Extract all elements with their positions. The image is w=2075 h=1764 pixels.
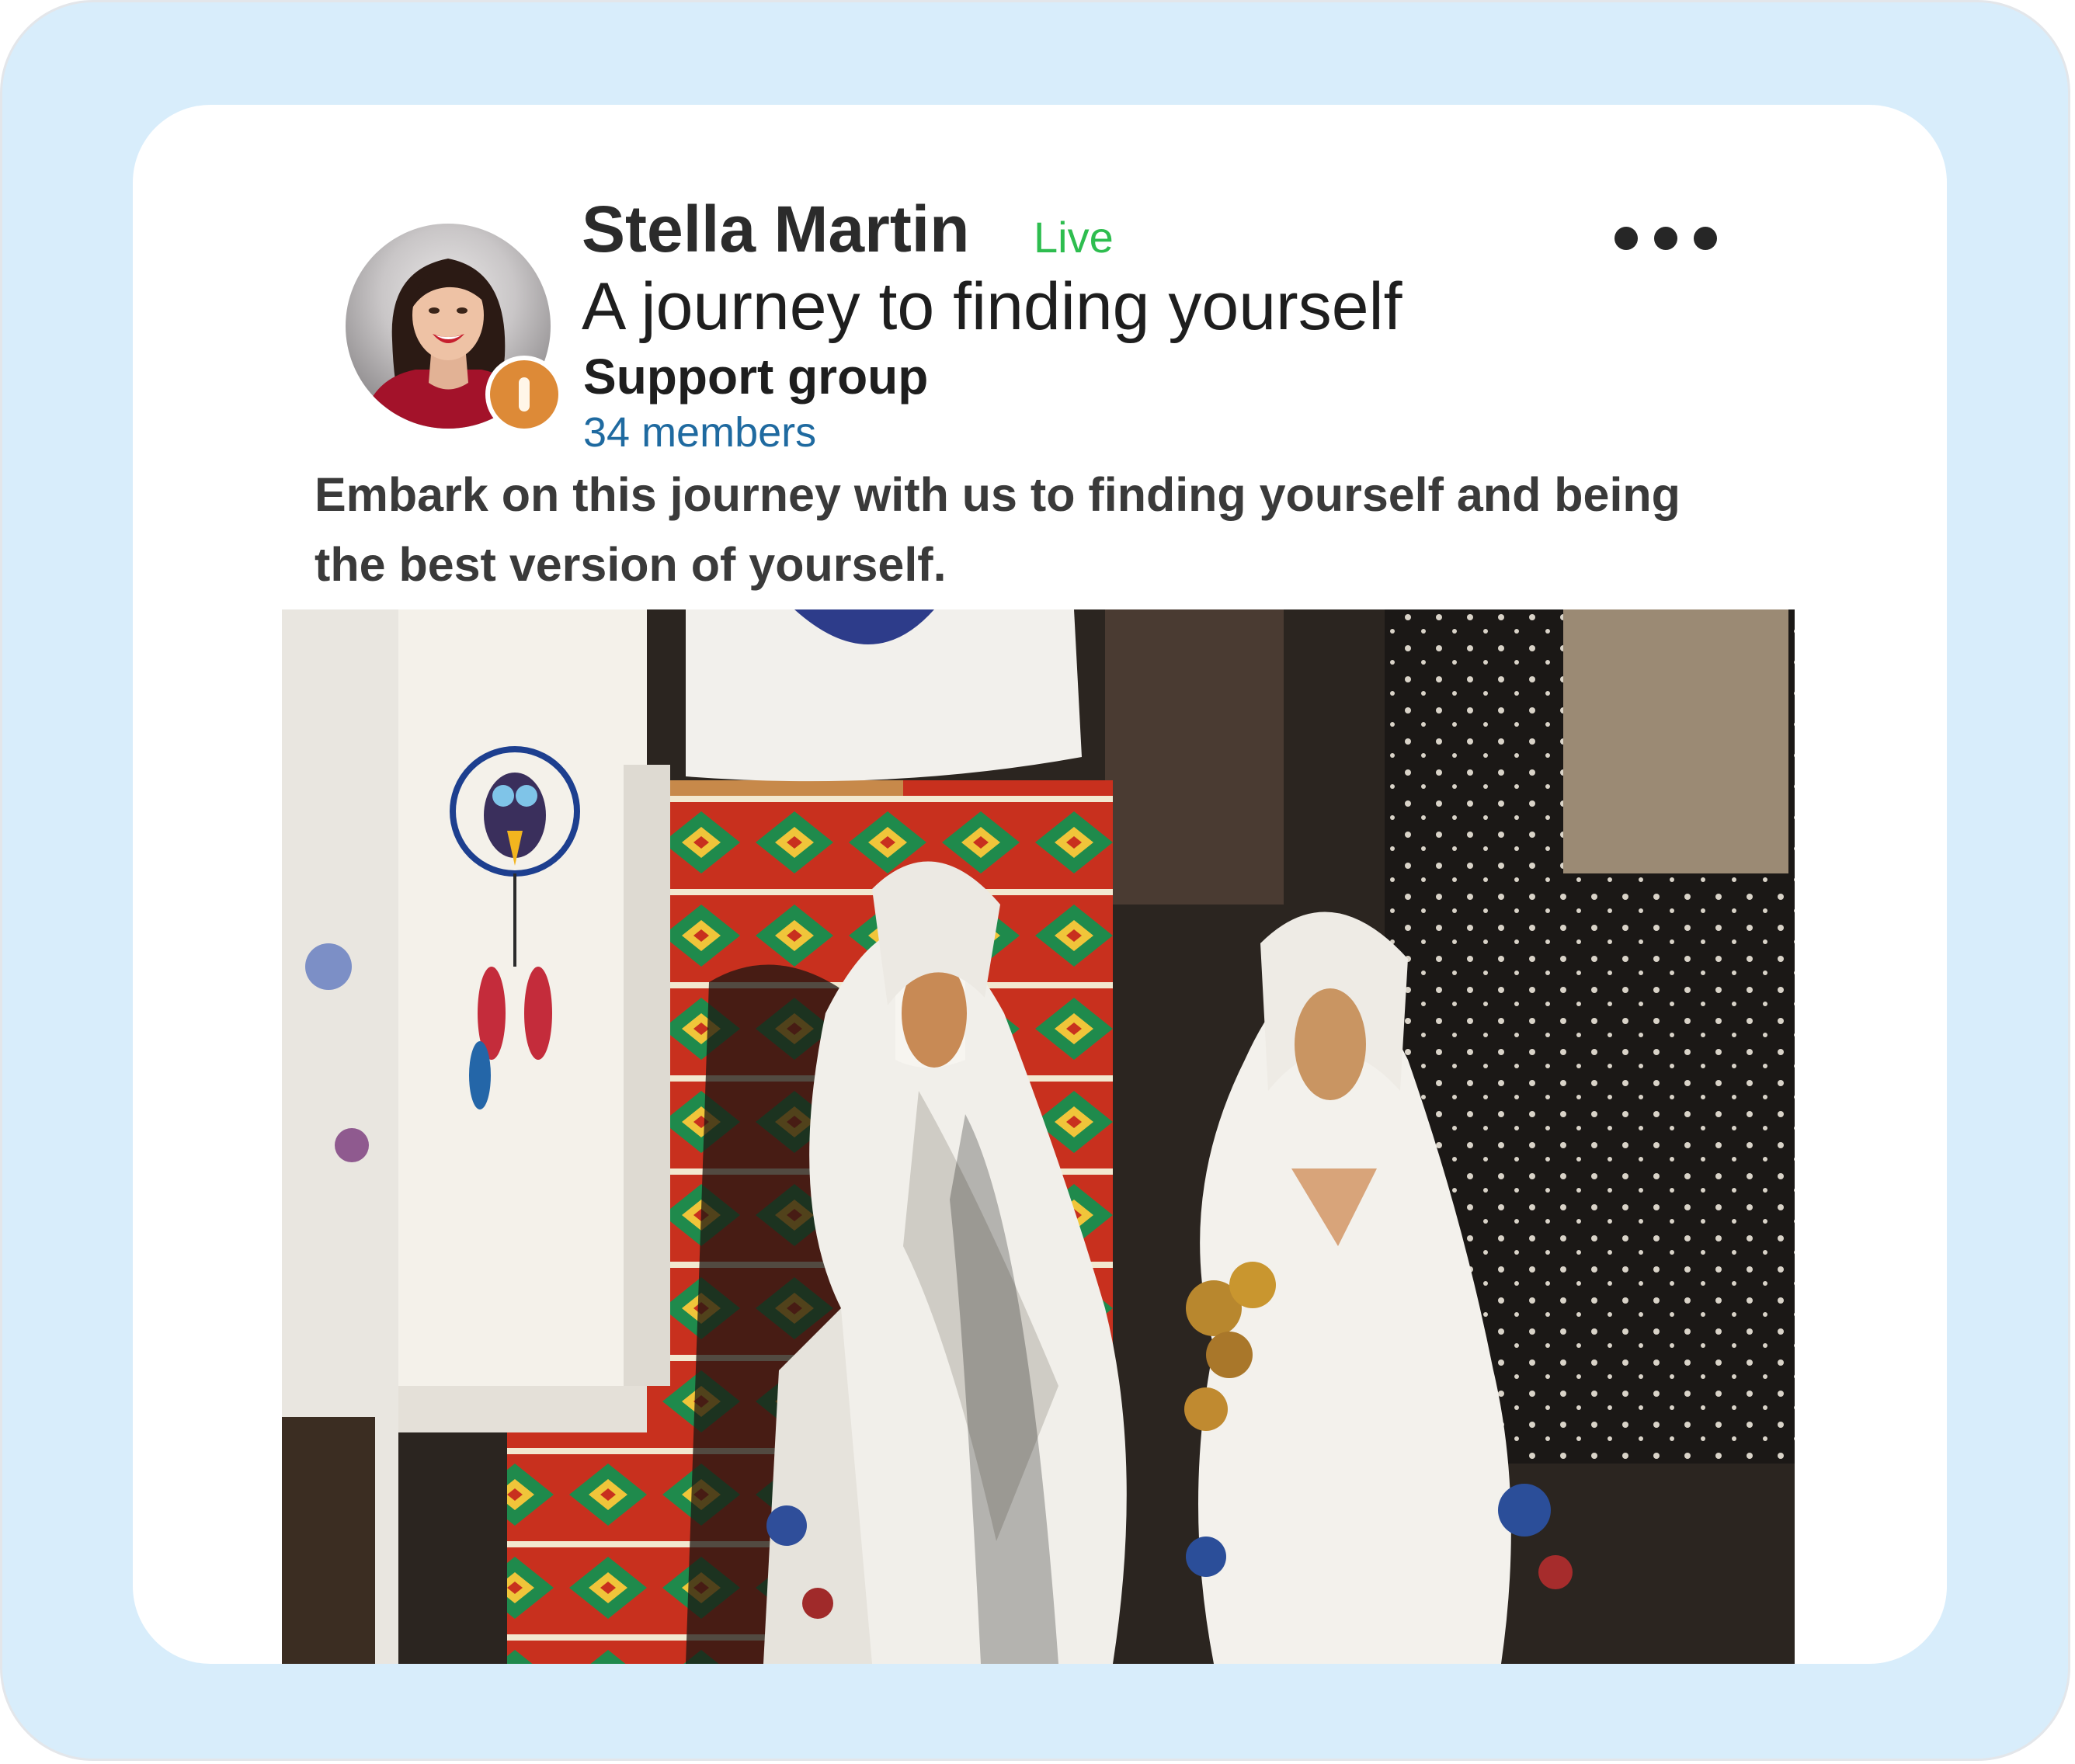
post-title: A journey to finding yourself [582,269,1402,344]
post-image[interactable] [282,609,1795,1664]
badge-mark [519,377,530,411]
members-count-link[interactable]: 34 members [583,411,816,453]
more-dot [1654,227,1677,250]
live-status: Live [1034,213,1114,262]
more-dot [1694,227,1717,250]
post-card: Stella Martin Live A journey to finding … [133,105,1947,1664]
rank-badge-icon [485,356,563,433]
post-description: Embark on this journey with us to findin… [315,468,1681,591]
app-frame: Stella Martin Live A journey to finding … [0,0,2070,1761]
author-name[interactable]: Stella Martin [582,196,969,262]
market-scene-illustration [282,609,1795,1664]
group-type: Support group [583,349,929,405]
more-horizontal-icon [1614,227,1638,250]
more-options-button[interactable] [1614,215,1717,262]
